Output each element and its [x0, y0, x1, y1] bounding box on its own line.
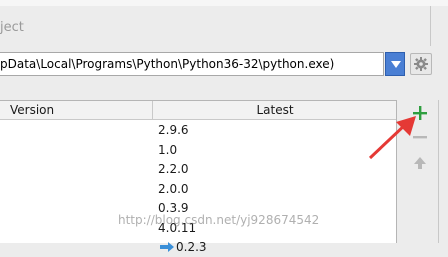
chevron-down-icon — [391, 61, 401, 68]
interpreter-dropdown-button[interactable] — [385, 52, 405, 76]
latest-version-cell: 2.2.0 — [158, 162, 189, 176]
latest-version-cell: 0.2.3 — [176, 240, 207, 254]
gear-icon — [414, 57, 428, 71]
column-header-version[interactable]: Version — [10, 103, 54, 117]
latest-version-cell: 2.0.0 — [158, 181, 189, 196]
table-row[interactable]: 1.0 — [0, 140, 396, 160]
watermark-text: http://blog.csdn.net/yj928674542 — [118, 213, 320, 227]
project-interpreter-label: ject — [0, 20, 24, 35]
settings-button[interactable] — [410, 53, 432, 75]
column-separator — [152, 101, 153, 119]
interpreter-path-text: pData\Local\Programs\Python\Python36-32\… — [0, 57, 335, 71]
interpreter-combobox[interactable]: pData\Local\Programs\Python\Python36-32\… — [0, 52, 384, 76]
divider — [438, 100, 439, 243]
annotation-arrow-icon — [368, 116, 416, 160]
upgrade-available-icon — [160, 242, 174, 252]
latest-version-cell: 2.9.6 — [158, 123, 189, 137]
latest-version-cell: 1.0 — [158, 142, 178, 157]
divider — [430, 6, 431, 46]
table-row[interactable]: 2.0.0 — [0, 179, 396, 199]
table-body: 2.9.6 1.0 2.2.0 2.0.0 0.3.9 4.0.11 0.2.3 — [0, 120, 396, 257]
table-header: Version Latest — [0, 101, 396, 120]
table-row[interactable]: 2.2.0 — [0, 159, 396, 179]
table-row[interactable]: 0.2.3 — [0, 237, 396, 257]
table-row[interactable]: 2.9.6 — [0, 120, 396, 140]
top-strip — [0, 0, 448, 6]
